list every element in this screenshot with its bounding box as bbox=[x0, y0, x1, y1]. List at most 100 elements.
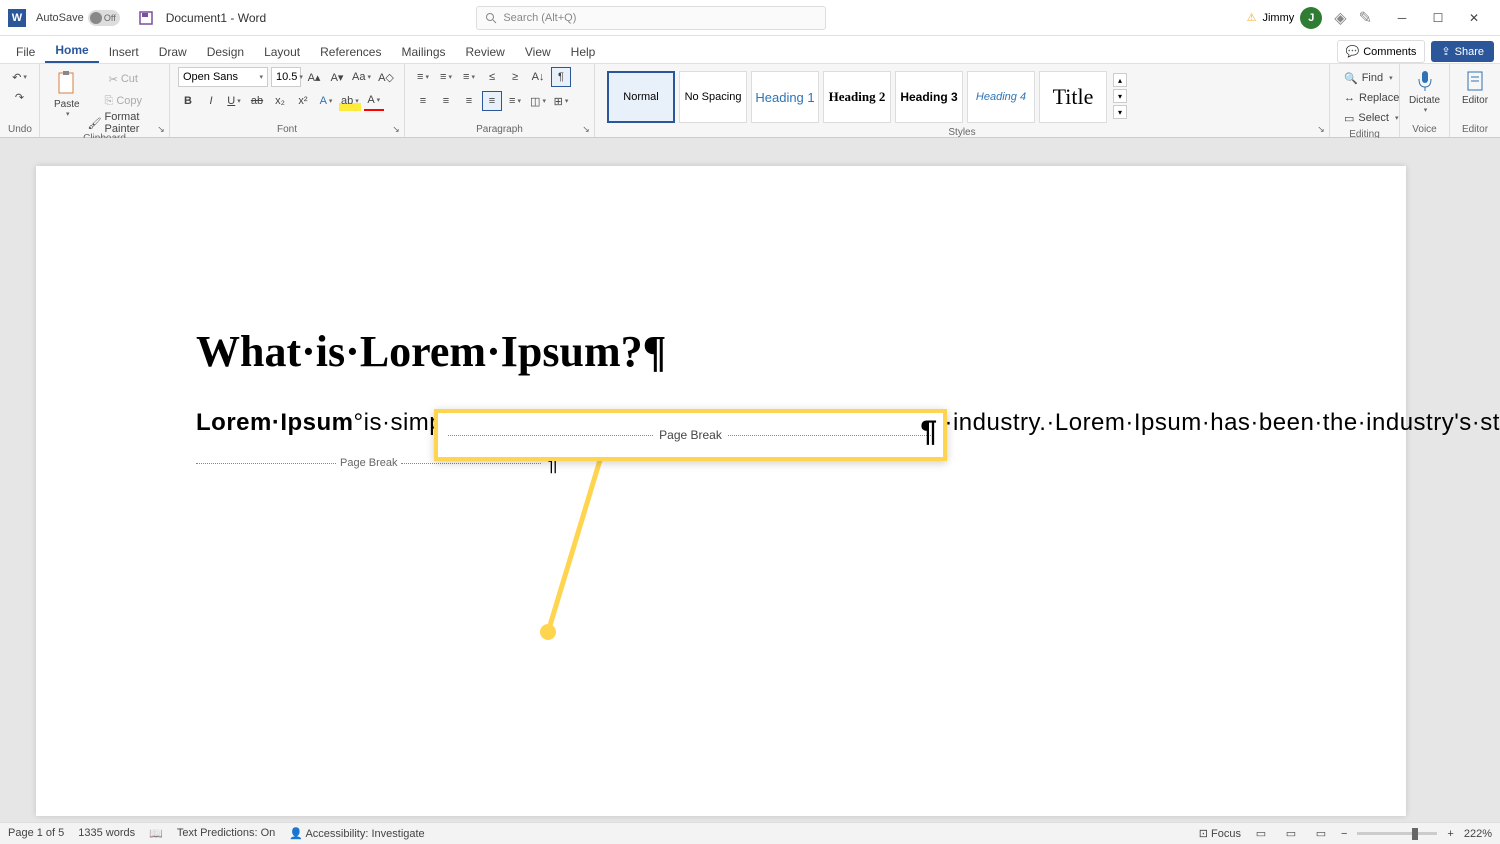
font-color-button[interactable]: A▾ bbox=[364, 91, 384, 111]
style-normal[interactable]: Normal bbox=[607, 71, 675, 123]
multilevel-list-button[interactable]: ≡▾ bbox=[459, 67, 479, 87]
tab-view[interactable]: View bbox=[515, 41, 561, 63]
clear-formatting-button[interactable]: A◇ bbox=[376, 67, 396, 87]
align-right-button[interactable]: ≡ bbox=[459, 91, 479, 111]
user-name: Jimmy bbox=[1262, 12, 1294, 24]
borders-button[interactable]: ⊞▾ bbox=[551, 91, 571, 111]
page-info[interactable]: Page 1 of 5 bbox=[8, 827, 64, 840]
style-heading3[interactable]: Heading 3 bbox=[895, 71, 963, 123]
increase-indent-button[interactable]: ≥ bbox=[505, 67, 525, 87]
align-left-button[interactable]: ≡ bbox=[413, 91, 433, 111]
style-no-spacing[interactable]: No Spacing bbox=[679, 71, 747, 123]
tab-review[interactable]: Review bbox=[456, 41, 515, 63]
tab-home[interactable]: Home bbox=[45, 39, 98, 63]
font-size-combo[interactable]: 10.5▾ bbox=[271, 67, 301, 87]
save-icon[interactable] bbox=[138, 10, 154, 26]
styles-dialog-launcher[interactable]: ↘ bbox=[1315, 123, 1327, 135]
styles-down-button[interactable]: ▾ bbox=[1113, 89, 1127, 103]
status-bar: Page 1 of 5 1335 words 📖 Text Prediction… bbox=[0, 822, 1500, 844]
line-spacing-button[interactable]: ≡▾ bbox=[505, 91, 525, 111]
accessibility-status[interactable]: 👤 Accessibility: Investigate bbox=[289, 827, 424, 840]
justify-button[interactable]: ≡ bbox=[482, 91, 502, 111]
zoom-level[interactable]: 222% bbox=[1464, 828, 1492, 840]
strikethrough-button[interactable]: ab bbox=[247, 91, 267, 111]
page[interactable]: What·is·Lorem·Ipsum?¶ Lorem·Ipsum°is·sim… bbox=[36, 166, 1406, 816]
styles-more-button[interactable]: ▾ bbox=[1113, 105, 1127, 119]
zoom-slider[interactable] bbox=[1357, 832, 1437, 835]
comment-icon: 💬 bbox=[1346, 45, 1360, 58]
read-mode-button[interactable]: ▭ bbox=[1251, 826, 1271, 842]
zoom-out-button[interactable]: − bbox=[1341, 828, 1347, 840]
style-heading1[interactable]: Heading 1 bbox=[751, 71, 819, 123]
redo-button[interactable]: ↷ bbox=[8, 87, 31, 107]
clipboard-dialog-launcher[interactable]: ↘ bbox=[155, 123, 167, 135]
cut-button[interactable]: ✂ Cut bbox=[86, 69, 161, 89]
undo-button[interactable]: ↶▾ bbox=[8, 67, 31, 87]
underline-button[interactable]: U▾ bbox=[224, 91, 244, 111]
editor-button[interactable]: Editor bbox=[1458, 67, 1492, 108]
grow-font-button[interactable]: A▴ bbox=[304, 67, 324, 87]
italic-button[interactable]: I bbox=[201, 91, 221, 111]
superscript-button[interactable]: x² bbox=[293, 91, 313, 111]
maximize-button[interactable]: ☐ bbox=[1420, 4, 1456, 32]
share-button[interactable]: ⇪ Share bbox=[1431, 41, 1494, 62]
style-heading4[interactable]: Heading 4 bbox=[967, 71, 1035, 123]
dictate-button[interactable]: Dictate ▾ bbox=[1408, 67, 1441, 116]
focus-button[interactable]: ⊡ Focus bbox=[1199, 827, 1241, 840]
styles-up-button[interactable]: ▴ bbox=[1113, 73, 1127, 87]
pen-icon[interactable]: ✎ bbox=[1359, 8, 1372, 28]
autosave-control[interactable]: AutoSave Off bbox=[36, 10, 120, 26]
text-effects-button[interactable]: A▾ bbox=[316, 91, 336, 111]
font-dialog-launcher[interactable]: ↘ bbox=[390, 123, 402, 135]
tab-help[interactable]: Help bbox=[561, 41, 606, 63]
find-button[interactable]: 🔍 Find▾ bbox=[1344, 69, 1385, 87]
print-layout-button[interactable]: ▭ bbox=[1281, 826, 1301, 842]
bold-button[interactable]: B bbox=[178, 91, 198, 111]
document-canvas[interactable]: What·is·Lorem·Ipsum?¶ Lorem·Ipsum°is·sim… bbox=[0, 138, 1500, 822]
bullets-button[interactable]: ≡▾ bbox=[413, 67, 433, 87]
tab-design[interactable]: Design bbox=[197, 41, 254, 63]
style-title[interactable]: Title bbox=[1039, 71, 1107, 123]
tab-insert[interactable]: Insert bbox=[99, 41, 149, 63]
tab-mailings[interactable]: Mailings bbox=[391, 41, 455, 63]
align-center-button[interactable]: ≡ bbox=[436, 91, 456, 111]
zoom-in-button[interactable]: + bbox=[1447, 828, 1453, 840]
select-button[interactable]: ▭ Select▾ bbox=[1344, 109, 1385, 127]
document-title: Document1 - Word bbox=[166, 11, 266, 25]
shading-button[interactable]: ◫▾ bbox=[528, 91, 548, 111]
word-count[interactable]: 1335 words bbox=[78, 827, 135, 840]
copy-button[interactable]: ⎘ Copy bbox=[86, 91, 161, 111]
tab-layout[interactable]: Layout bbox=[254, 41, 310, 63]
paragraph-dialog-launcher[interactable]: ↘ bbox=[580, 123, 592, 135]
numbering-button[interactable]: ≡▾ bbox=[436, 67, 456, 87]
search-input[interactable]: Search (Alt+Q) bbox=[476, 6, 826, 30]
web-layout-button[interactable]: ▭ bbox=[1311, 826, 1331, 842]
show-hide-button[interactable]: ¶ bbox=[551, 67, 571, 87]
search-placeholder: Search (Alt+Q) bbox=[503, 12, 576, 24]
decrease-indent-button[interactable]: ≤ bbox=[482, 67, 502, 87]
tab-references[interactable]: References bbox=[310, 41, 391, 63]
proofing-icon[interactable]: 📖 bbox=[149, 827, 163, 840]
comments-button[interactable]: 💬 Comments bbox=[1337, 40, 1426, 63]
text-predictions[interactable]: Text Predictions: On bbox=[177, 827, 275, 840]
shrink-font-button[interactable]: A▾ bbox=[327, 67, 347, 87]
sort-button[interactable]: A↓ bbox=[528, 67, 548, 87]
word-app-icon: W bbox=[8, 9, 26, 27]
tab-file[interactable]: File bbox=[6, 41, 45, 63]
document-heading[interactable]: What·is·Lorem·Ipsum?¶ bbox=[196, 326, 1206, 377]
autosave-state: Off bbox=[104, 13, 116, 23]
highlight-button[interactable]: ab▾ bbox=[339, 91, 361, 111]
minimize-button[interactable]: ─ bbox=[1384, 4, 1420, 32]
format-painter-button[interactable]: 🖌 Format Painter bbox=[86, 113, 161, 133]
style-heading2[interactable]: Heading 2 bbox=[823, 71, 891, 123]
diamond-icon[interactable]: ◈ bbox=[1334, 8, 1346, 28]
autosave-toggle[interactable]: Off bbox=[88, 10, 120, 26]
paste-button[interactable]: Paste ▾ bbox=[48, 67, 86, 133]
close-button[interactable]: ✕ bbox=[1456, 4, 1492, 32]
subscript-button[interactable]: x₂ bbox=[270, 91, 290, 111]
replace-button[interactable]: ↔ Replace bbox=[1344, 89, 1385, 107]
change-case-button[interactable]: Aa▾ bbox=[350, 67, 373, 87]
tab-draw[interactable]: Draw bbox=[149, 41, 197, 63]
user-account[interactable]: ⚠ Jimmy J bbox=[1247, 7, 1323, 29]
font-name-combo[interactable]: Open Sans▾ bbox=[178, 67, 268, 87]
